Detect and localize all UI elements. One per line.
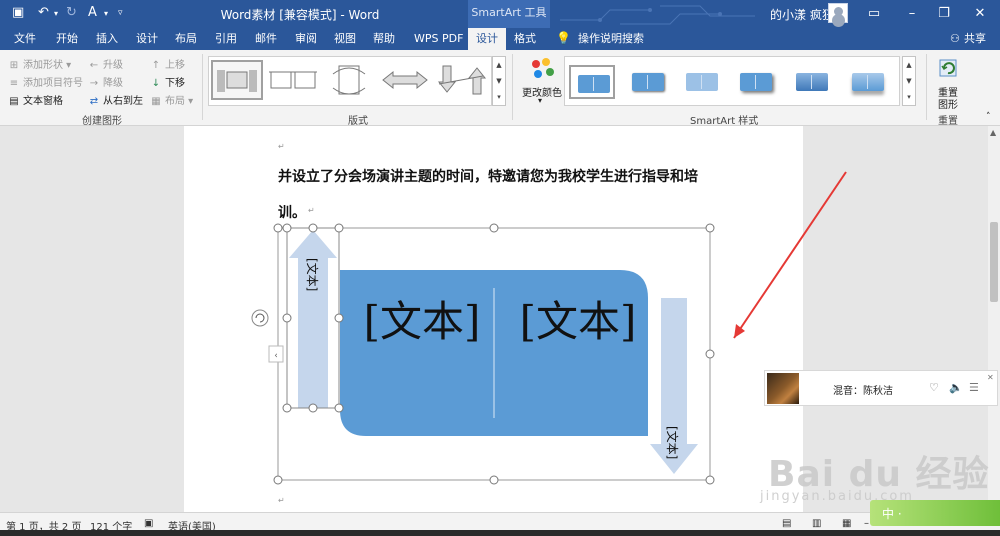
right-to-left-button[interactable]: ⇄ 从右到左 — [88, 92, 143, 107]
collapse-ribbon-icon[interactable]: ˄ — [986, 112, 991, 122]
smartart-text-left[interactable]: [文本] — [364, 297, 481, 346]
annotation-arrowhead — [734, 324, 745, 338]
close-icon[interactable]: ✕ — [970, 4, 990, 24]
smartart-styles-gallery — [564, 56, 900, 106]
tab-smartart-design[interactable]: 设计 — [468, 28, 506, 50]
up-arrow-shape[interactable] — [289, 230, 337, 408]
layout-icon: ▦ — [151, 96, 161, 107]
style-option-6[interactable] — [845, 65, 891, 99]
music-popup[interactable]: 混音：陈秋洁 ♡ 🔈 ☰ ✕ — [764, 370, 998, 406]
tab-wps-pdf[interactable]: WPS PDF — [410, 28, 467, 50]
popup-close-icon[interactable]: ✕ — [987, 373, 994, 382]
add-bullet-button[interactable]: ≡ 添加项目符号 — [8, 74, 83, 89]
text-pane-toggle-icon[interactable]: ‹ — [268, 345, 284, 363]
layouts-scroll[interactable]: ▲ ▼ ▾ — [492, 56, 506, 106]
promote-icon: ← — [89, 60, 99, 71]
layout-option-5[interactable] — [435, 60, 487, 100]
group-divider — [202, 54, 203, 120]
move-up-icon: ↑ — [151, 60, 161, 71]
track-title: 混音：陈秋洁 — [833, 386, 893, 397]
layout-option-3[interactable] — [323, 60, 375, 100]
album-cover — [767, 373, 799, 404]
annotation-arrow — [733, 171, 847, 339]
tab-format[interactable]: 格式 — [510, 28, 540, 50]
group-divider — [512, 54, 513, 120]
ribbon: ⊞ 添加形状 ▾ ≡ 添加项目符号 ▤ 文本窗格 ← 升级 → 降级 ⇄ 从右到左 ↑ 上移 … — [0, 50, 1000, 127]
change-colors-dropdown-icon[interactable]: ▾ — [538, 96, 542, 105]
style-option-5[interactable] — [789, 65, 835, 99]
lightbulb-icon: 💡 — [556, 31, 571, 45]
tab-insert[interactable]: 插入 — [92, 28, 122, 50]
title-bar: ▣ ↶ ▾ ↻ A ▾ ▿ Word素材 [兼容模式] - Word Smart… — [0, 0, 1000, 28]
smartart-styles-group-label: SmartArt 样式 — [690, 116, 759, 127]
volume-icon[interactable]: 🔈 — [949, 381, 963, 394]
heart-icon[interactable]: ♡ — [929, 381, 939, 394]
tab-references[interactable]: 引用 — [211, 28, 241, 50]
styles-scroll[interactable]: ▲ ▼ ▾ — [902, 56, 916, 106]
down-arrow-text[interactable]: [文本] — [665, 426, 680, 459]
smartart-text-right[interactable]: [文本] — [520, 297, 637, 346]
reset-group-label: 重置 — [938, 116, 958, 127]
demote-button[interactable]: → 降级 — [88, 74, 123, 89]
taskbar-strip — [0, 530, 1000, 536]
tab-design[interactable]: 设计 — [132, 28, 162, 50]
create-graphic-group-label: 创建图形 — [82, 116, 122, 127]
up-arrow-text[interactable]: [文本] — [305, 258, 320, 291]
layout-option-2[interactable] — [267, 60, 319, 100]
user-name[interactable]: 的小漾 疯狂 — [770, 6, 834, 23]
maximize-icon[interactable]: ❐ — [934, 4, 954, 24]
tab-file[interactable]: 文件 — [10, 28, 40, 50]
reset-graphic-icon[interactable] — [936, 56, 960, 80]
minimize-icon[interactable]: – — [902, 4, 922, 24]
ime-text[interactable]: 中 · — [882, 505, 902, 522]
print-layout-icon[interactable]: ▥ — [812, 518, 821, 529]
scroll-up-icon[interactable]: ▲ — [990, 128, 996, 137]
layout-option-4[interactable] — [379, 60, 431, 100]
web-layout-icon[interactable]: ▦ — [842, 518, 851, 529]
move-up-button[interactable]: ↑ 上移 — [150, 56, 185, 71]
add-bullet-icon: ≡ — [9, 78, 19, 89]
demote-icon: → — [89, 78, 99, 89]
text-pane-button[interactable]: ▤ 文本窗格 — [8, 92, 63, 107]
layout-button[interactable]: ▦ 布局 ▾ — [150, 92, 193, 107]
smartart-tools-label: SmartArt 工具 — [468, 0, 550, 28]
scrollbar-thumb[interactable] — [990, 222, 998, 302]
layouts-group-label: 版式 — [348, 116, 368, 127]
ribbon-display-icon[interactable]: ▭ — [864, 4, 884, 24]
tab-mailings[interactable]: 邮件 — [251, 28, 281, 50]
layouts-gallery — [208, 56, 492, 106]
move-down-icon: ↓ — [151, 78, 161, 89]
rotate-handle-icon[interactable] — [251, 309, 269, 327]
avatar[interactable] — [828, 3, 848, 23]
style-option-3[interactable] — [679, 65, 725, 99]
circuit-decoration — [560, 5, 755, 25]
zoom-out-icon[interactable]: – — [864, 518, 869, 529]
add-shape-icon: ⊞ — [9, 60, 19, 71]
tab-review[interactable]: 审阅 — [291, 28, 321, 50]
layout-option-1[interactable] — [211, 60, 263, 100]
ribbon-tabs: 文件 开始 插入 设计 布局 引用 邮件 审阅 视图 帮助 WPS PDF 设计… — [0, 28, 1000, 50]
group-divider — [926, 54, 927, 120]
reset-graphic-line2[interactable]: 图形 — [938, 96, 958, 111]
palette-icon[interactable] — [528, 56, 556, 82]
tab-help[interactable]: 帮助 — [369, 28, 399, 50]
svg-text:‹: ‹ — [274, 351, 278, 361]
style-option-2[interactable] — [625, 65, 671, 99]
text-pane-icon: ▤ — [9, 96, 19, 107]
style-option-1[interactable] — [569, 65, 615, 99]
style-option-4[interactable] — [733, 65, 779, 99]
proofing-icon[interactable]: ▣ — [144, 518, 153, 529]
playlist-icon[interactable]: ☰ — [969, 381, 979, 394]
tab-layout[interactable]: 布局 — [171, 28, 201, 50]
read-mode-icon[interactable]: ▤ — [782, 518, 791, 529]
tab-view[interactable]: 视图 — [330, 28, 360, 50]
promote-button[interactable]: ← 升级 — [88, 56, 123, 71]
ime-toolbar[interactable]: 中 · — [870, 500, 1000, 526]
tab-home[interactable]: 开始 — [52, 28, 82, 50]
share-button[interactable]: 共享 — [960, 28, 990, 50]
add-shape-button[interactable]: ⊞ 添加形状 ▾ — [8, 56, 71, 71]
right-to-left-icon: ⇄ — [89, 96, 99, 107]
tell-me-search[interactable]: 操作说明搜索 — [574, 28, 648, 50]
move-down-button[interactable]: ↓ 下移 — [150, 74, 185, 89]
